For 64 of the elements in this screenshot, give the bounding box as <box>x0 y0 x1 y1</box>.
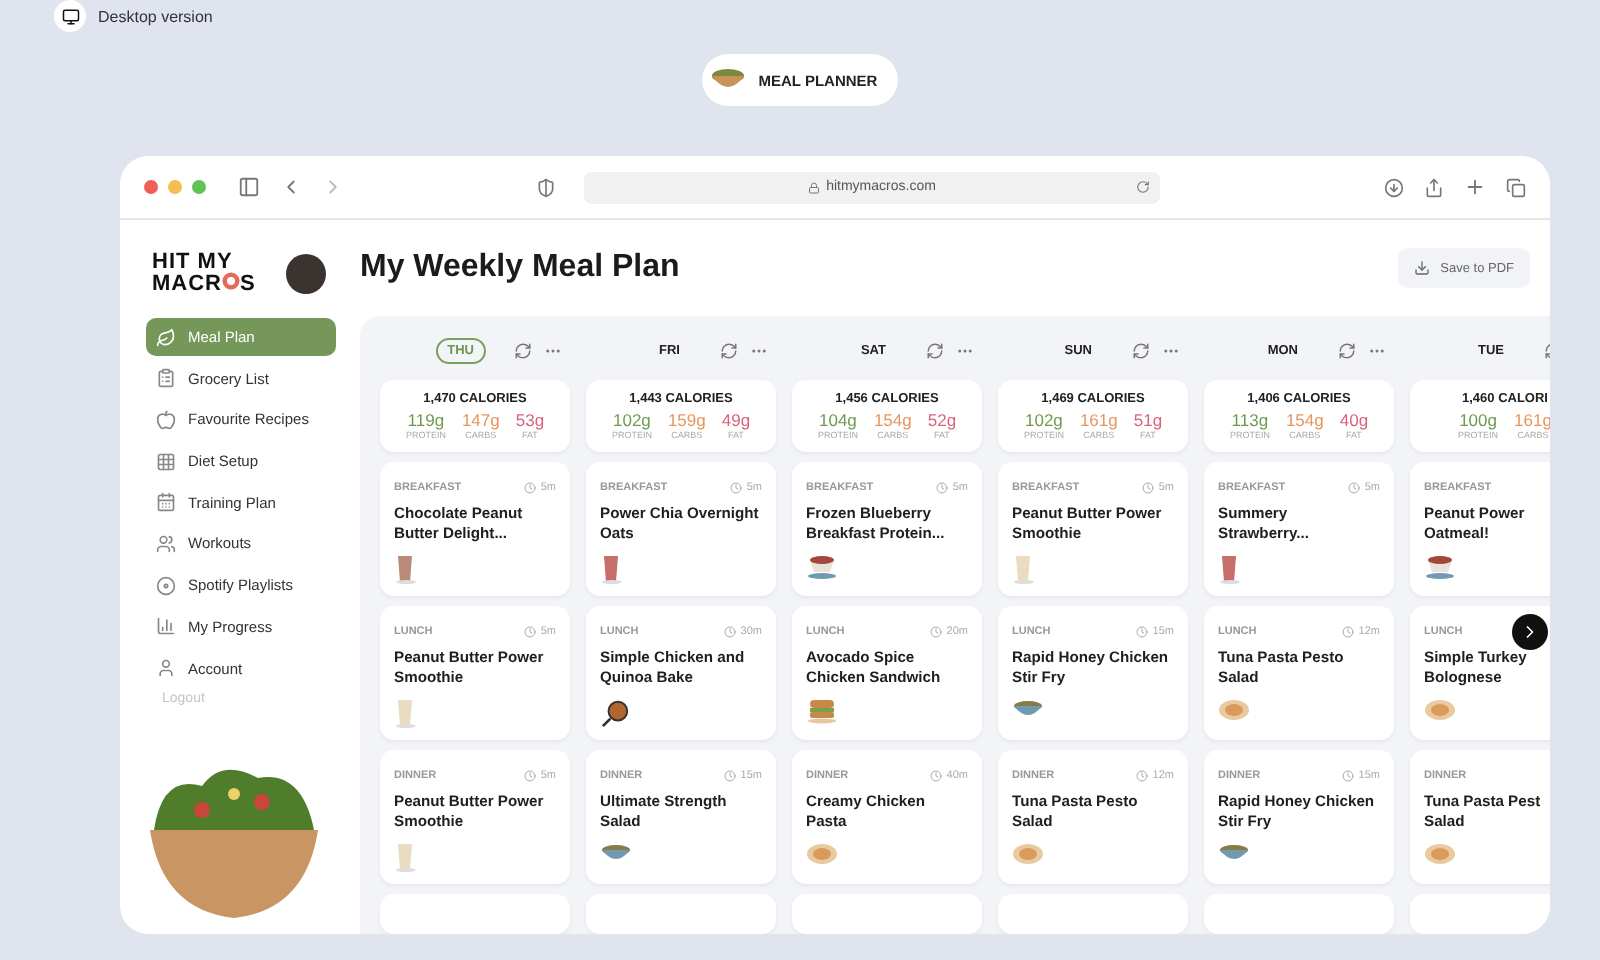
macro-value: 52g <box>927 409 957 430</box>
macro-value: 104g <box>818 409 857 430</box>
sandwich-icon <box>806 698 838 724</box>
page-title: My Weekly Meal Plan <box>360 250 680 286</box>
macro-value: 159g <box>667 409 706 430</box>
macro-value: 119g <box>407 409 445 430</box>
sidebar-toggle-icon[interactable] <box>238 176 260 198</box>
cup-icon <box>1424 554 1456 580</box>
macro-value: 102g <box>612 409 651 430</box>
pasta-plate-icon <box>1424 698 1456 722</box>
lock-icon <box>808 181 821 193</box>
pasta-plate-icon <box>1424 842 1456 866</box>
timer-icon <box>930 626 943 638</box>
pasta-plate-icon <box>1218 698 1250 722</box>
macro-value: 161g <box>1514 409 1550 430</box>
timer-icon <box>524 482 537 494</box>
timer-icon <box>1342 626 1355 638</box>
macro-value: 53g <box>515 409 545 430</box>
timer-icon <box>1136 770 1149 782</box>
timer-icon <box>1136 626 1149 638</box>
monitor-icon <box>54 0 86 32</box>
timer-icon <box>730 482 743 494</box>
timer-icon <box>524 626 537 638</box>
macro-value: 147g <box>461 409 500 430</box>
smoothie-glass-icon <box>394 698 418 728</box>
smoothie-glass-icon <box>394 842 418 872</box>
timer-icon <box>930 770 943 782</box>
logo: HIT MY MACR S <box>152 252 256 294</box>
timer-icon <box>724 770 737 782</box>
shield-icon[interactable] <box>536 177 556 197</box>
smoothie-glass-icon <box>394 554 418 584</box>
skillet-icon <box>600 698 632 728</box>
macro-value: 102g <box>1024 409 1063 430</box>
smoothie-glass-icon <box>1012 554 1036 584</box>
timer-icon <box>1142 482 1155 494</box>
close-icon[interactable] <box>144 180 158 194</box>
desktop-version-label: Desktop version <box>98 7 213 25</box>
timer-icon <box>1348 482 1361 494</box>
logo-ring-icon <box>222 272 240 290</box>
pasta-plate-icon <box>1012 842 1044 866</box>
reload-icon[interactable] <box>1136 180 1150 194</box>
avatar <box>286 253 326 293</box>
cup-icon <box>806 554 838 580</box>
timer-icon <box>1342 770 1355 782</box>
macro-value: 49g <box>721 409 751 430</box>
timer-icon <box>724 626 737 638</box>
macro-value: 51g <box>1133 409 1163 430</box>
macro-value: 100g <box>1459 409 1497 430</box>
macro-value: 40g <box>1339 409 1369 430</box>
pasta-plate-icon <box>806 842 838 866</box>
smoothie-glass-icon <box>1218 554 1242 584</box>
timer-icon <box>524 770 537 782</box>
macro-value: 113g <box>1231 409 1269 430</box>
maximize-icon[interactable] <box>192 180 206 194</box>
new-tab-icon[interactable] <box>1464 176 1486 198</box>
download-icon <box>1414 260 1431 276</box>
timer-icon <box>936 482 949 494</box>
smoothie-glass-icon <box>600 554 624 584</box>
tabs-icon[interactable] <box>1506 177 1526 197</box>
macro-value: 154g <box>873 409 912 430</box>
macro-value: 161g <box>1079 409 1118 430</box>
macro-value: 154g <box>1285 409 1324 430</box>
share-icon[interactable] <box>1424 177 1444 197</box>
download-icon[interactable] <box>1384 177 1404 197</box>
